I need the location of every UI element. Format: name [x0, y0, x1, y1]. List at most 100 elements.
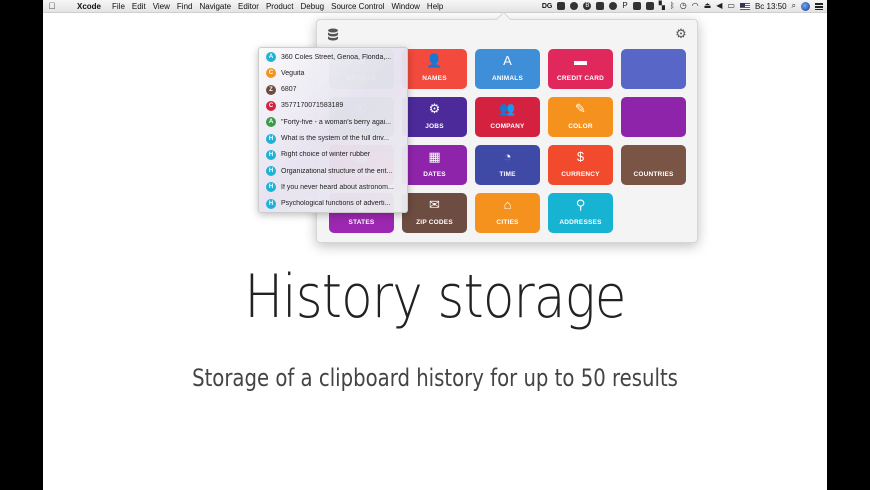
tile-icon: [621, 54, 686, 68]
history-type-badge: H: [266, 182, 276, 193]
menu-editor[interactable]: Editor: [238, 2, 266, 11]
tile-label: COUNTRIES: [633, 171, 674, 178]
mail-status-icon[interactable]: [596, 2, 605, 10]
tile-icon: [621, 102, 686, 116]
menu-xcode[interactable]: Xcode: [77, 2, 108, 11]
history-text: Organizational structure of the ent...: [281, 167, 393, 175]
tile-label: COMPANY: [490, 123, 525, 130]
clock-status-icon[interactable]: [570, 2, 579, 10]
tile-label: JOBS: [425, 123, 444, 130]
history-item[interactable]: H If you never heard about astronom...: [259, 179, 407, 195]
tile-color[interactable]: ✎ COLOR: [548, 97, 613, 137]
dg-status-item[interactable]: DG: [542, 3, 553, 10]
tile-addresses[interactable]: ⚲ ADDRESSES: [548, 193, 613, 233]
popover-caret: [495, 11, 512, 28]
history-text: 3577170071583189: [281, 102, 344, 110]
menu-file[interactable]: File: [112, 2, 132, 11]
tile-dates[interactable]: ▦ DATES: [402, 145, 467, 185]
tile-icon: ▬: [574, 53, 587, 68]
history-item[interactable]: C Veguita: [259, 65, 407, 81]
gear-icon[interactable]: ⚙: [675, 27, 687, 40]
tile-jobs[interactable]: ⚙ JOBS: [402, 97, 467, 137]
tile-company[interactable]: 👥 COMPANY: [475, 97, 540, 137]
tile-time[interactable]: ◔ TIME: [475, 145, 540, 185]
menu-product[interactable]: Product: [266, 2, 301, 11]
apple-menu-icon[interactable]: : [43, 1, 61, 11]
bluetooth-icon[interactable]: ᛒ: [670, 2, 675, 10]
tile-label: COLOR: [568, 123, 593, 130]
history-item[interactable]: H Organizational structure of the ent...: [259, 163, 407, 179]
hero-subtitle: Storage of a clipboard history for up to…: [192, 364, 678, 392]
history-item[interactable]: A 360 Coles Street, Genoa, Florida,...: [259, 49, 407, 65]
us-flag-input-icon[interactable]: [739, 2, 750, 10]
history-text: What is the system of the full driv...: [281, 135, 390, 142]
tile-zip-codes[interactable]: ✉ ZIP CODES: [402, 193, 467, 233]
history-type-badge: H: [266, 166, 276, 177]
tile-label: CREDIT CARD: [557, 75, 604, 82]
history-item[interactable]: H Psychological functions of adverti...: [259, 196, 407, 212]
history-item[interactable]: H Right choice of winter rubber: [259, 147, 407, 163]
tile-label: ANIMALS: [491, 75, 523, 82]
menu-help[interactable]: Help: [427, 2, 450, 11]
history-item[interactable]: Z 6807: [259, 82, 407, 98]
notification-center-icon[interactable]: [815, 2, 823, 10]
menu-clock[interactable]: Вс 13:50: [755, 2, 787, 11]
screen-status-icon[interactable]: [557, 2, 566, 10]
wifi-icon[interactable]: ◠: [692, 2, 699, 10]
tile-countries[interactable]: COUNTRIES: [621, 145, 686, 185]
tile-label: ADDRESSES: [559, 219, 602, 226]
tile-animals[interactable]: A ANIMALS: [475, 49, 540, 89]
tile-hidden-9[interactable]: [621, 97, 686, 137]
menu-view[interactable]: View: [153, 2, 177, 11]
tile-cities[interactable]: ⌂ CITIES: [475, 193, 540, 233]
tile-label: STATES: [348, 219, 375, 226]
history-item[interactable]: H What is the system of the full driv...: [259, 131, 407, 147]
database-icon[interactable]: [327, 28, 339, 42]
history-type-badge: H: [266, 198, 276, 209]
status-area: DG B P ▚ ᛒ ◷ ◠ ⏏ ◀ ▭ Вс 13:50 ⌕: [542, 0, 823, 12]
time-machine-icon[interactable]: ◷: [680, 2, 687, 10]
history-item[interactable]: A "Forty-five - a woman's berry agai...: [259, 114, 407, 130]
tile-currency[interactable]: $ CURRENCY: [548, 145, 613, 185]
menu-debug[interactable]: Debug: [301, 2, 332, 11]
menu-bar:  Xcode File Edit View Find Navigate Edi…: [43, 0, 827, 13]
menu-find[interactable]: Find: [177, 2, 200, 11]
user-avatar-icon[interactable]: [801, 1, 810, 11]
box-status-icon[interactable]: [645, 2, 654, 10]
grid-status-icon[interactable]: ▚: [659, 2, 665, 10]
tile-credit-card[interactable]: ▬ CREDIT CARD: [548, 49, 613, 89]
history-dropdown: A 360 Coles Street, Genoa, Florida,... C Ve…: [258, 47, 408, 213]
upload-status-icon[interactable]: [609, 2, 618, 10]
tile-names[interactable]: 👤 NAMES: [402, 49, 467, 89]
history-type-badge: H: [266, 133, 276, 144]
history-text: 360 Coles Street, Genoa, Florida,...: [281, 53, 392, 61]
tile-hidden-4[interactable]: [621, 49, 686, 89]
eject-icon[interactable]: ⏏: [704, 2, 712, 10]
battery-icon[interactable]: ▭: [727, 2, 735, 10]
history-text: Veguita: [281, 69, 305, 77]
hero-title: History storage: [244, 262, 626, 332]
search-icon[interactable]: ⌕: [792, 2, 796, 10]
tile-icon: ⌂: [503, 197, 512, 212]
paypal-status-icon[interactable]: P: [622, 2, 627, 10]
volume-icon[interactable]: ◀: [716, 2, 722, 10]
menu-source-control[interactable]: Source Control: [331, 2, 391, 11]
history-type-badge: A: [266, 52, 276, 62]
tile-label: TIME: [499, 171, 516, 178]
menu-edit[interactable]: Edit: [132, 2, 153, 11]
tile-icon: A: [503, 53, 512, 68]
history-text: Right choice of winter rubber: [281, 151, 371, 159]
history-type-badge: C: [266, 68, 276, 79]
tile-icon: ◔: [503, 149, 512, 164]
history-text: If you never heard about astronom...: [281, 183, 394, 191]
tile-icon: 👤: [426, 53, 443, 68]
b-status-icon[interactable]: B: [583, 2, 592, 10]
tile-icon: 👥: [499, 101, 516, 116]
history-item[interactable]: C 3577170071583189: [259, 98, 407, 114]
tile-label: CITIES: [496, 219, 519, 226]
sync-status-icon[interactable]: [632, 2, 641, 10]
tile-label: ZIP CODES: [416, 219, 453, 226]
tile-label: DATES: [423, 171, 446, 178]
menu-navigate[interactable]: Navigate: [199, 2, 238, 11]
menu-window[interactable]: Window: [391, 2, 426, 11]
